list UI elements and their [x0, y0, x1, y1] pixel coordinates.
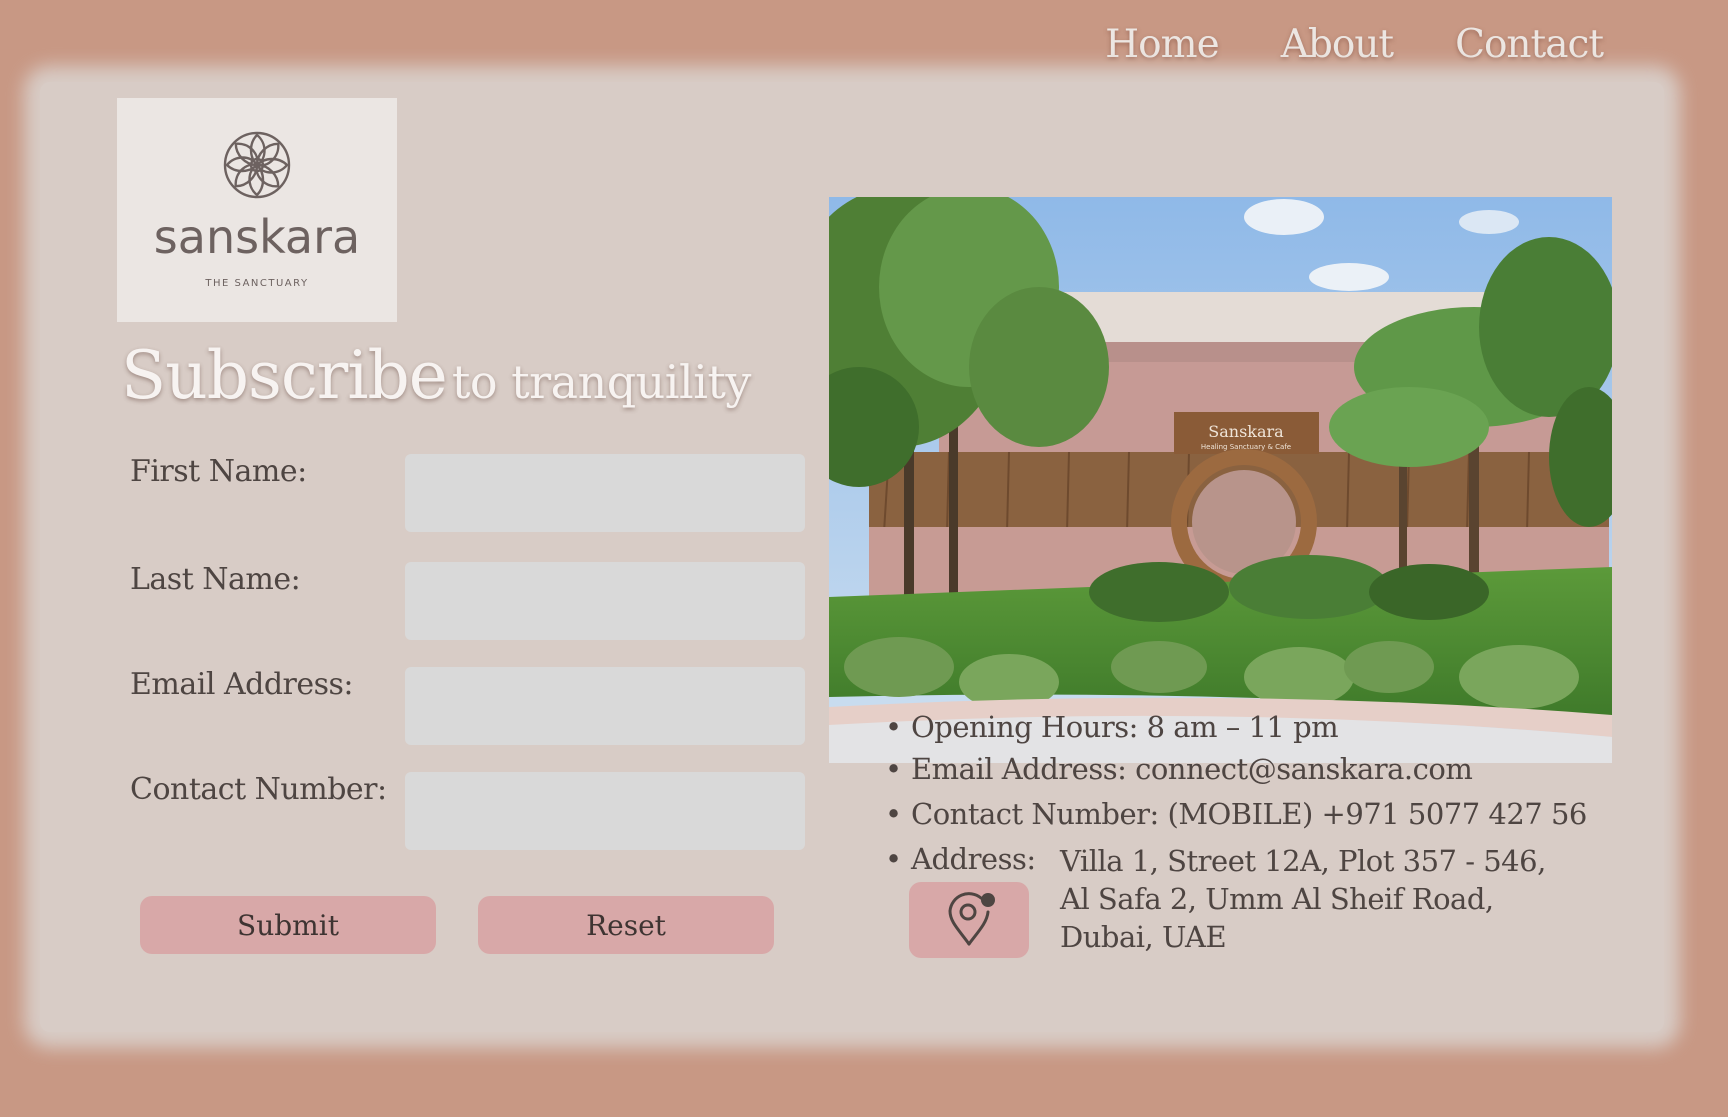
title-rest: to tranquility	[451, 355, 752, 409]
sanskara-logo: sanskara THE SANCTUARY	[117, 98, 397, 322]
title-main: Subscribe	[121, 337, 448, 414]
flower-logo-icon	[223, 131, 291, 199]
address-line-1: Villa 1, Street 12A, Plot 357 - 546,	[1060, 844, 1546, 878]
bullet: •	[885, 710, 902, 744]
reset-button[interactable]: Reset	[478, 896, 774, 954]
page-title: Subscribe to tranquility	[121, 337, 751, 414]
email-text: Email Address: connect@sanskara.com	[911, 752, 1473, 786]
contact-number-row: Contact Number:	[130, 772, 830, 852]
email-row: Email Address:	[130, 667, 830, 747]
sanctuary-photo: Sanskara Healing Sanctuary & Cafe	[829, 197, 1612, 763]
email-input[interactable]	[405, 667, 805, 745]
address-text: Villa 1, Street 12A, Plot 357 - 546, Al …	[1060, 842, 1546, 956]
contact-number-input[interactable]	[405, 772, 805, 850]
sign-text: Sanskara	[1208, 422, 1284, 441]
map-pin-icon	[948, 892, 995, 946]
nav-about-link[interactable]: About	[1281, 22, 1394, 67]
address-label: Address:	[911, 842, 1036, 876]
last-name-row: Last Name:	[130, 562, 830, 642]
nav-contact-link[interactable]: Contact	[1455, 22, 1604, 67]
first-name-label: First Name:	[130, 454, 307, 489]
address-line-2: Al Safa 2, Umm Al Sheif Road,	[1060, 882, 1494, 916]
bullet: •	[885, 797, 902, 831]
bullet: •	[885, 752, 902, 786]
email-label: Email Address:	[130, 667, 354, 702]
location-button[interactable]	[909, 882, 1029, 958]
nav-home-link[interactable]: Home	[1105, 22, 1220, 67]
address-line-3: Dubai, UAE	[1060, 920, 1227, 954]
bullet: •	[885, 842, 902, 876]
last-name-input[interactable]	[405, 562, 805, 640]
top-nav: Home About Contact	[1105, 22, 1604, 67]
last-name-label: Last Name:	[130, 562, 301, 597]
opening-hours-text: Opening Hours: 8 am – 11 pm	[911, 710, 1339, 744]
first-name-input[interactable]	[405, 454, 805, 532]
contact-number-label: Contact Number:	[130, 772, 387, 807]
logo-tagline: THE SANCTUARY	[205, 278, 309, 289]
logo-wordmark: sanskara	[153, 210, 361, 264]
submit-button[interactable]: Submit	[140, 896, 436, 954]
first-name-row: First Name:	[130, 454, 830, 534]
contact-text: Contact Number: (MOBILE) +971 5077 427 5…	[911, 797, 1587, 831]
